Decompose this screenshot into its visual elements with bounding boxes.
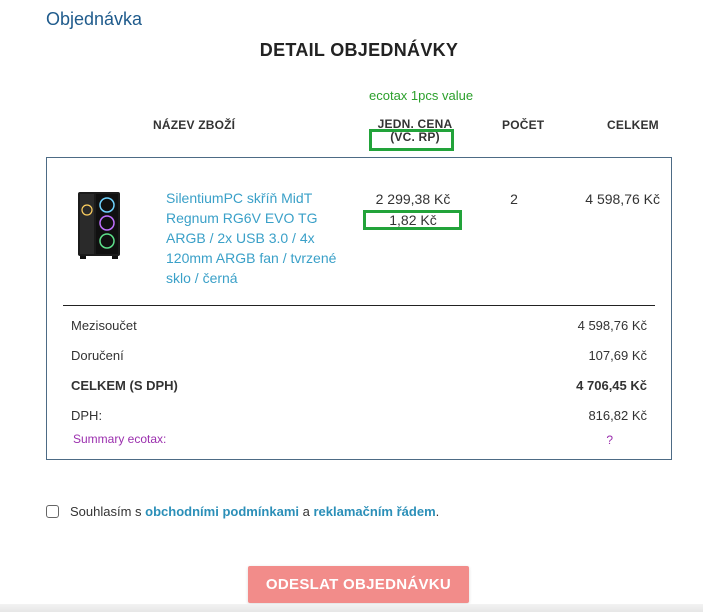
bottom-shade xyxy=(0,604,703,612)
vat-value: 816,82 Kč xyxy=(588,408,647,423)
consent-suffix: . xyxy=(435,504,440,519)
consent-row: Souhlasím s obchodními podmínkami a rekl… xyxy=(46,504,439,519)
summary-divider xyxy=(63,305,655,306)
subtotal-value: 4 598,76 Kč xyxy=(577,318,647,333)
delivery-value: 107,69 Kč xyxy=(588,348,647,363)
product-name-link[interactable]: SilentiumPC skříň MidT Regnum RG6V EVO T… xyxy=(166,188,356,288)
complaint-policy-link[interactable]: reklamačním řádem xyxy=(314,504,436,519)
grand-total-label: CELKEM (S DPH) xyxy=(71,378,178,393)
order-page: Objednávka DETAIL OBJEDNÁVKY ecotax 1pcs… xyxy=(0,0,703,612)
highlight-box-header xyxy=(369,129,454,151)
ecotax-annotation: ecotax 1pcs value xyxy=(369,88,474,103)
terms-link[interactable]: obchodními podmínkami xyxy=(145,504,299,519)
consent-prefix: Souhlasím s xyxy=(70,504,142,519)
ecotax-summary-value: ? xyxy=(606,433,613,447)
unit-price: 2 299,38 Kč xyxy=(375,191,451,207)
subtotal-label: Mezisoučet xyxy=(71,318,137,333)
quantity-value: 2 xyxy=(510,191,518,207)
order-detail-box xyxy=(46,157,672,460)
page-title: DETAIL OBJEDNÁVKY xyxy=(259,40,459,60)
consent-checkbox[interactable] xyxy=(46,505,59,518)
line-total: 4 598,76 Kč xyxy=(585,191,660,207)
product-image xyxy=(72,190,124,260)
submit-order-button[interactable]: ODESLAT OBJEDNÁVKU xyxy=(248,566,469,603)
section-title: Objednávka xyxy=(46,9,143,29)
column-header-total: CELKEM xyxy=(607,118,659,132)
column-header-quantity: POČET xyxy=(502,118,545,132)
ecotax-summary-label: Summary ecotax: xyxy=(73,432,167,446)
delivery-label: Doručení xyxy=(71,348,124,363)
consent-middle: a xyxy=(302,504,310,519)
column-header-name: NÁZEV ZBOŽÍ xyxy=(153,118,236,132)
vat-label: DPH: xyxy=(71,408,103,423)
highlight-box-ecotax xyxy=(363,210,462,230)
grand-total-value: 4 706,45 Kč xyxy=(576,378,647,393)
